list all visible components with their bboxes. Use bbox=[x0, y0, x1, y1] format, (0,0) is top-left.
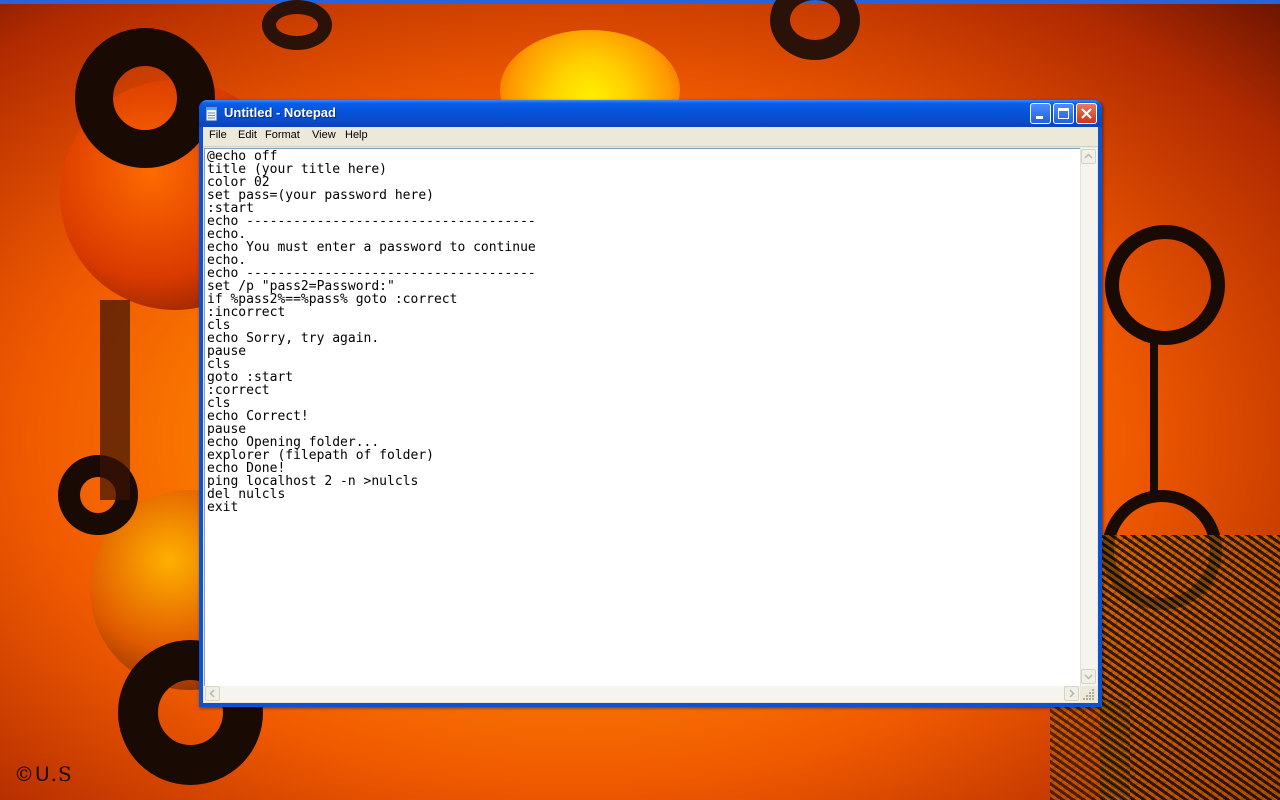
close-button[interactable] bbox=[1076, 103, 1097, 124]
scroll-down-button[interactable] bbox=[1081, 669, 1096, 684]
desktop-wallpaper: ©ᑌ.S Untitled - Notepad File Edit Format… bbox=[0, 0, 1280, 800]
minimize-button[interactable] bbox=[1030, 103, 1051, 124]
menu-edit[interactable]: Edit bbox=[238, 129, 257, 141]
menu-view[interactable]: View bbox=[312, 129, 336, 141]
close-icon bbox=[1081, 108, 1092, 119]
chevron-left-icon bbox=[209, 689, 215, 698]
client-area: @echo off title (your title here) color … bbox=[203, 147, 1098, 703]
wallpaper-bar bbox=[1150, 340, 1158, 500]
vertical-scrollbar[interactable] bbox=[1080, 148, 1097, 686]
chevron-up-icon bbox=[1084, 153, 1093, 159]
notepad-icon bbox=[205, 106, 218, 122]
menu-help[interactable]: Help bbox=[345, 129, 368, 141]
scroll-right-button[interactable] bbox=[1064, 686, 1079, 701]
wallpaper-signature: ©ᑌ.S bbox=[14, 762, 73, 786]
wallpaper-ring bbox=[1105, 225, 1225, 345]
menu-bar: File Edit Format View Help bbox=[203, 127, 1098, 147]
window-title: Untitled - Notepad bbox=[224, 105, 336, 120]
scroll-up-button[interactable] bbox=[1081, 149, 1096, 164]
resize-grip[interactable] bbox=[1080, 686, 1097, 702]
title-bar[interactable]: Untitled - Notepad bbox=[199, 100, 1102, 127]
wallpaper-ring bbox=[58, 455, 138, 535]
scroll-left-button[interactable] bbox=[205, 686, 220, 701]
wallpaper-ring bbox=[262, 0, 332, 50]
minimize-icon bbox=[1036, 116, 1043, 119]
wallpaper-ring bbox=[75, 28, 215, 168]
notepad-window[interactable]: Untitled - Notepad File Edit Format View… bbox=[199, 100, 1102, 707]
horizontal-scrollbar[interactable] bbox=[204, 686, 1080, 702]
menu-format[interactable]: Format bbox=[265, 129, 300, 141]
chevron-down-icon bbox=[1084, 674, 1093, 680]
editor-content[interactable]: @echo off title (your title here) color … bbox=[207, 150, 536, 514]
text-editor[interactable]: @echo off title (your title here) color … bbox=[204, 148, 1080, 686]
resize-grip-icon bbox=[1083, 689, 1094, 700]
maximize-icon bbox=[1058, 108, 1069, 119]
taskbar-edge bbox=[0, 0, 1280, 4]
chevron-right-icon bbox=[1069, 689, 1075, 698]
maximize-button[interactable] bbox=[1053, 103, 1074, 124]
wallpaper-texture bbox=[1050, 700, 1130, 800]
wallpaper-ring bbox=[770, 0, 860, 60]
menu-file[interactable]: File bbox=[209, 129, 227, 141]
